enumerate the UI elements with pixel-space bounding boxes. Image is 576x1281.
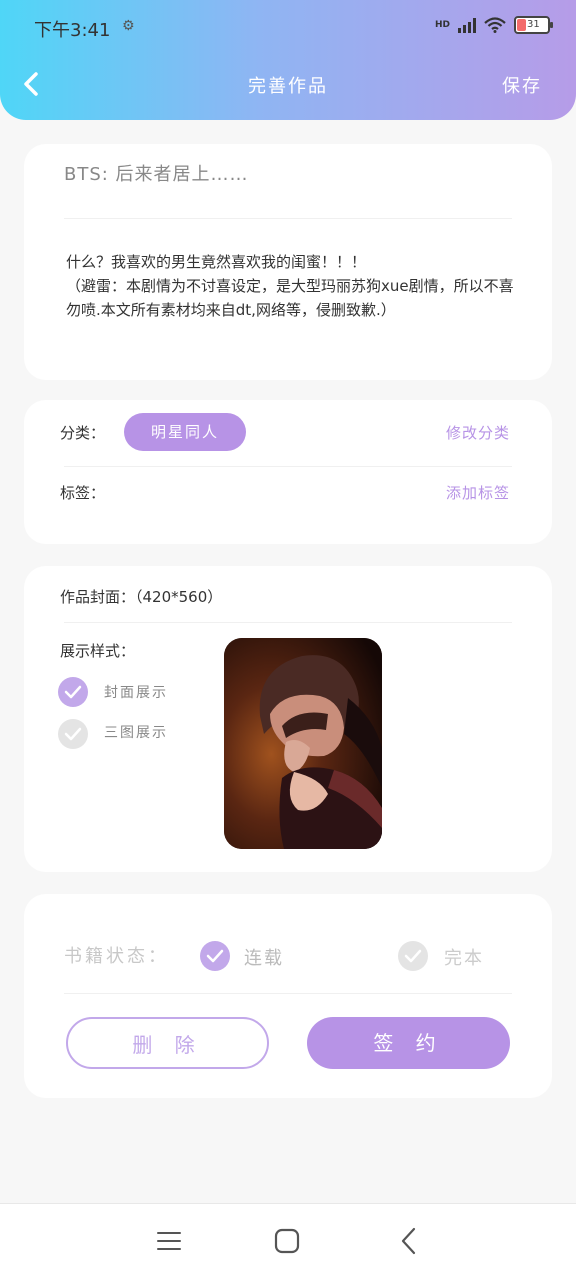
serializing-label: 连载 [244, 948, 284, 969]
three-image-label: 三图展示 [104, 725, 168, 741]
save-button[interactable]: 保存 [502, 72, 542, 98]
cover-label: 作品封面：（420*560） [60, 588, 223, 606]
three-image-radio[interactable] [58, 719, 88, 749]
check-icon [404, 949, 422, 963]
cover-card: 作品封面：（420*560） 展示样式： 封面展示 三图展示 [24, 566, 552, 872]
signal-icon [458, 17, 476, 33]
divider [64, 993, 512, 994]
category-card: 分类： 明星同人 修改分类 标签： 添加标签 [24, 400, 552, 544]
check-icon [64, 727, 82, 741]
battery-icon: 31 [514, 16, 553, 34]
cover-display-radio[interactable] [58, 677, 88, 707]
menu-icon [157, 1232, 181, 1250]
completed-radio[interactable] [398, 941, 428, 971]
cover-image[interactable] [224, 638, 382, 849]
network-type-label: HD [434, 19, 450, 30]
home-button[interactable] [272, 1226, 302, 1256]
book-status-label: 书籍状态： [64, 946, 169, 967]
settings-notification-icon: ⚙ [122, 18, 135, 34]
check-icon [64, 685, 82, 699]
category-label: 分类： [60, 424, 106, 442]
divider [64, 466, 512, 467]
work-info-card: BTS: 后来者居上…… 什么？我喜欢的男生竟然喜欢我的闺蜜！！！ （避雷：本剧… [24, 144, 552, 380]
battery-level: 31 [527, 19, 540, 30]
system-nav-bar [0, 1203, 576, 1281]
divider [64, 622, 512, 623]
status-icons: HD 31 [434, 16, 553, 34]
add-tag-link[interactable]: 添加标签 [446, 482, 510, 503]
serializing-radio[interactable] [200, 941, 230, 971]
tags-label: 标签： [60, 484, 106, 502]
work-description-input[interactable]: 什么？我喜欢的男生竟然喜欢我的闺蜜！！！ （避雷：本剧情为不讨喜设定，是大型玛丽… [66, 250, 516, 322]
edit-category-link[interactable]: 修改分类 [446, 422, 510, 443]
divider [64, 218, 512, 219]
nav-back-button[interactable] [394, 1226, 424, 1256]
check-icon [206, 949, 224, 963]
cover-display-label: 封面展示 [104, 685, 168, 701]
display-style-label: 展示样式： [60, 642, 136, 660]
work-title-input[interactable]: BTS: 后来者居上…… [64, 160, 249, 186]
back-icon [401, 1227, 416, 1255]
page-title: 完善作品 [248, 76, 328, 97]
delete-button[interactable]: 删 除 [66, 1017, 269, 1069]
status-time: 下午3:41 [34, 20, 111, 41]
header: 下午3:41 ⚙ HD 31 完善作品 保存 [0, 0, 576, 120]
wifi-icon [484, 17, 506, 33]
category-badge: 明星同人 [124, 413, 246, 451]
completed-label: 完本 [444, 948, 484, 969]
menu-button[interactable] [154, 1226, 184, 1256]
home-icon [274, 1228, 300, 1254]
sign-button[interactable]: 签 约 [307, 1017, 510, 1069]
book-status-card: 书籍状态： 连载 完本 删 除 签 约 [24, 894, 552, 1098]
